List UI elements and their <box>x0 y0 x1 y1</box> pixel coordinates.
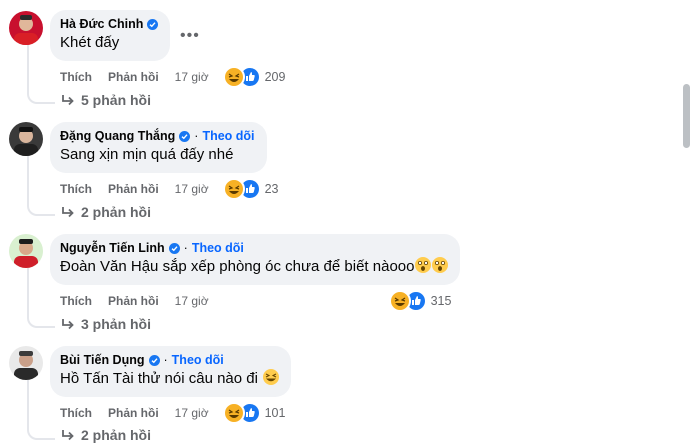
like-button[interactable]: Thích <box>60 294 92 308</box>
astonished-face-emoji <box>415 257 432 273</box>
replies-count[interactable]: 3 phản hồi <box>81 316 151 332</box>
verified-badge-icon <box>148 354 160 366</box>
astonished-face-emoji <box>432 257 449 273</box>
reply-arrow-icon <box>62 207 74 218</box>
reply-button[interactable]: Phản hồi <box>108 294 159 308</box>
follow-button[interactable]: Theo dõi <box>192 240 244 256</box>
thread-line <box>27 380 55 440</box>
comment-text-body: Đoàn Văn Hậu sắp xếp phòng óc chưa để bi… <box>60 258 415 275</box>
thread-line <box>27 268 55 328</box>
follow-button[interactable]: Theo dõi <box>202 128 254 144</box>
comment-bubble: Đặng Quang Thắng · Theo dõi Sang xịn mịn… <box>50 122 267 173</box>
comment-actions: Thích Phản hồi 17 giờ 101 <box>60 402 285 424</box>
thread-line <box>27 156 55 216</box>
comment-text: Đoàn Văn Hậu sắp xếp phòng óc chưa để bi… <box>60 257 449 277</box>
avatar[interactable] <box>9 11 43 45</box>
reactions-summary[interactable]: 23 <box>222 178 279 200</box>
timestamp[interactable]: 17 giờ <box>175 294 209 308</box>
haha-reaction-icon <box>388 290 411 312</box>
comment-text-body: Hồ Tấn Tài thử nói câu nào đi <box>60 370 258 387</box>
verified-badge-icon <box>179 130 191 142</box>
haha-reaction-icon <box>222 178 245 200</box>
view-replies-link[interactable]: 2 phản hồi <box>61 427 151 443</box>
vertical-scrollbar[interactable] <box>683 84 690 148</box>
comment-bubble: Nguyễn Tiến Linh · Theo dõi Đoàn Văn Hậu… <box>50 234 461 285</box>
reply-button[interactable]: Phản hồi <box>108 182 159 196</box>
like-button[interactable]: Thích <box>60 406 92 420</box>
reaction-count: 315 <box>430 294 452 308</box>
like-button[interactable]: Thích <box>60 70 92 84</box>
more-options-icon[interactable]: ••• <box>180 27 200 45</box>
comment-actions: Thích Phản hồi 17 giờ 209 <box>60 66 285 88</box>
like-button[interactable]: Thích <box>60 182 92 196</box>
avatar[interactable] <box>9 346 43 380</box>
avatar[interactable] <box>9 234 43 268</box>
comment-actions: Thích Phản hồi 17 giờ 315 <box>60 290 451 312</box>
timestamp[interactable]: 17 giờ <box>175 406 209 420</box>
separator-dot: · <box>183 241 188 255</box>
comment-text: Sang xịn mịn quá đấy nhé <box>60 146 234 163</box>
verified-badge-icon <box>168 242 180 254</box>
replies-count[interactable]: 2 phản hồi <box>81 204 151 220</box>
replies-count[interactable]: 2 phản hồi <box>81 427 151 443</box>
timestamp[interactable]: 17 giờ <box>175 182 209 196</box>
haha-reaction-icon <box>222 66 245 88</box>
reaction-count: 23 <box>264 182 279 196</box>
reaction-count: 101 <box>264 406 286 420</box>
author-name[interactable]: Nguyễn Tiến Linh <box>60 240 165 256</box>
separator-dot: · <box>194 129 199 143</box>
grinning-squinting-face-emoji <box>263 369 280 385</box>
reply-button[interactable]: Phản hồi <box>108 70 159 84</box>
verified-badge-icon <box>147 18 159 30</box>
comment-bubble: Hà Đức Chinh Khét đấy <box>50 10 171 61</box>
author-name[interactable]: Hà Đức Chinh <box>60 16 143 32</box>
view-replies-link[interactable]: 5 phản hồi <box>61 92 151 108</box>
reply-arrow-icon <box>62 319 74 330</box>
reactions-summary[interactable]: 101 <box>222 402 286 424</box>
timestamp[interactable]: 17 giờ <box>175 70 209 84</box>
separator-dot: · <box>163 353 168 367</box>
reactions-summary[interactable]: 209 <box>222 66 286 88</box>
reaction-count: 209 <box>264 70 286 84</box>
view-replies-link[interactable]: 3 phản hồi <box>61 316 151 332</box>
reactions-summary[interactable]: 315 <box>388 290 452 312</box>
reply-arrow-icon <box>62 95 74 106</box>
comment-text: Hồ Tấn Tài thử nói câu nào đi <box>60 369 280 389</box>
thread-line <box>27 44 55 104</box>
comment-actions: Thích Phản hồi 17 giờ 23 <box>60 178 278 200</box>
comment-bubble: Bùi Tiến Dụng · Theo dõi Hồ Tấn Tài thử … <box>50 346 292 397</box>
author-name[interactable]: Đặng Quang Thắng <box>60 128 175 144</box>
comment-text: Khét đấy <box>60 34 120 51</box>
view-replies-link[interactable]: 2 phản hồi <box>61 204 151 220</box>
avatar[interactable] <box>9 122 43 156</box>
replies-count[interactable]: 5 phản hồi <box>81 92 151 108</box>
reply-arrow-icon <box>62 430 74 441</box>
reply-button[interactable]: Phản hồi <box>108 406 159 420</box>
author-name[interactable]: Bùi Tiến Dụng <box>60 352 145 368</box>
haha-reaction-icon <box>222 402 245 424</box>
follow-button[interactable]: Theo dõi <box>172 352 224 368</box>
